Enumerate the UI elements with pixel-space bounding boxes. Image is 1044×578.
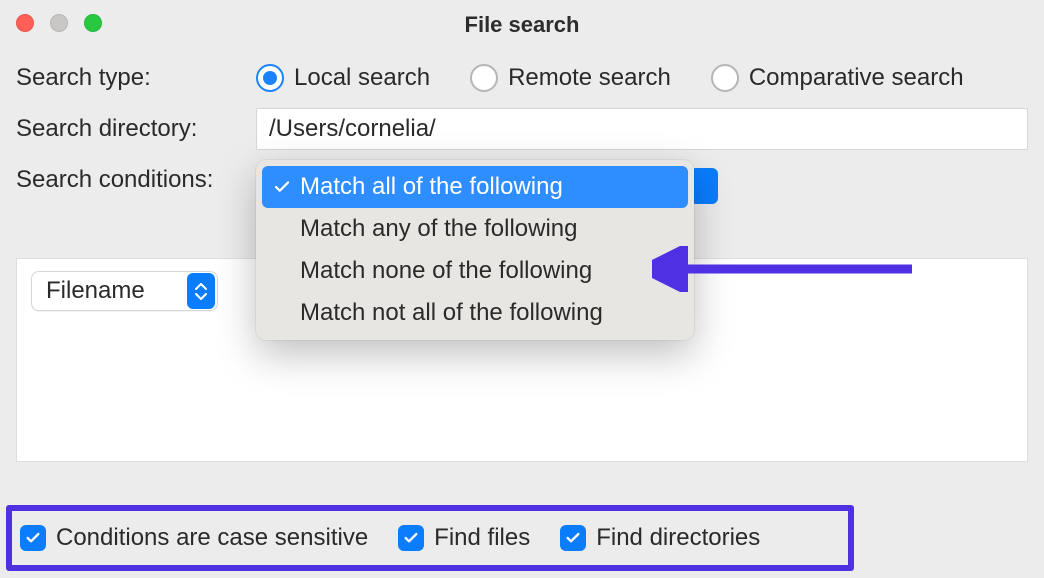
checkbox-case-sensitive[interactable]: Conditions are case sensitive (20, 524, 368, 552)
radio-label: Comparative search (749, 64, 964, 92)
checkbox-checked-icon (398, 525, 424, 551)
search-type-label: Search type: (16, 64, 256, 92)
search-type-row: Search type: Local search Remote search … (16, 64, 1028, 92)
search-directory-input[interactable] (256, 108, 1028, 150)
zoom-window-button[interactable] (84, 14, 102, 32)
titlebar: File search (0, 0, 1044, 46)
dropdown-option-match-all[interactable]: Match all of the following (262, 166, 688, 208)
radio-icon (711, 64, 739, 92)
window-title: File search (465, 12, 580, 38)
conditions-dropdown-menu: Match all of the following Match any of … (256, 160, 694, 340)
dropdown-option-label: Match all of the following (300, 173, 563, 201)
dropdown-option-label: Match not all of the following (300, 299, 603, 327)
filter-field-select[interactable]: Filename (31, 271, 218, 311)
radio-remote-search[interactable]: Remote search (470, 64, 671, 92)
checkbox-label: Find directories (596, 524, 760, 552)
minimize-window-button[interactable] (50, 14, 68, 32)
checkbox-find-directories[interactable]: Find directories (560, 524, 760, 552)
dropdown-option-match-any[interactable]: Match any of the following (262, 208, 688, 250)
search-directory-label: Search directory: (16, 115, 256, 143)
dropdown-option-match-not-all[interactable]: Match not all of the following (262, 292, 688, 334)
filter-field-label: Filename (46, 277, 145, 305)
content-area: Search type: Local search Remote search … (0, 46, 1044, 462)
search-conditions-label: Search conditions: (16, 166, 256, 194)
radio-comparative-search[interactable]: Comparative search (711, 64, 964, 92)
dropdown-option-match-none[interactable]: Match none of the following (262, 250, 688, 292)
radio-local-search[interactable]: Local search (256, 64, 430, 92)
checkbox-checked-icon (560, 525, 586, 551)
radio-icon (256, 64, 284, 92)
checkbox-label: Conditions are case sensitive (56, 524, 368, 552)
traffic-lights (16, 14, 102, 32)
dropdown-option-label: Match none of the following (300, 257, 592, 285)
chevron-up-down-icon (187, 273, 215, 309)
search-type-radio-group: Local search Remote search Comparative s… (256, 64, 964, 92)
radio-label: Remote search (508, 64, 671, 92)
checkbox-label: Find files (434, 524, 530, 552)
close-window-button[interactable] (16, 14, 34, 32)
radio-label: Local search (294, 64, 430, 92)
dropdown-option-label: Match any of the following (300, 215, 578, 243)
search-directory-row: Search directory: (16, 108, 1028, 150)
dropdown-toggle-hint (690, 168, 718, 204)
bottom-options-row: Conditions are case sensitive Find files… (8, 510, 774, 566)
checkbox-find-files[interactable]: Find files (398, 524, 530, 552)
search-conditions-row: Search conditions: Match all of the foll… (16, 166, 1028, 194)
checkmark-icon (272, 177, 292, 197)
checkbox-checked-icon (20, 525, 46, 551)
radio-icon (470, 64, 498, 92)
